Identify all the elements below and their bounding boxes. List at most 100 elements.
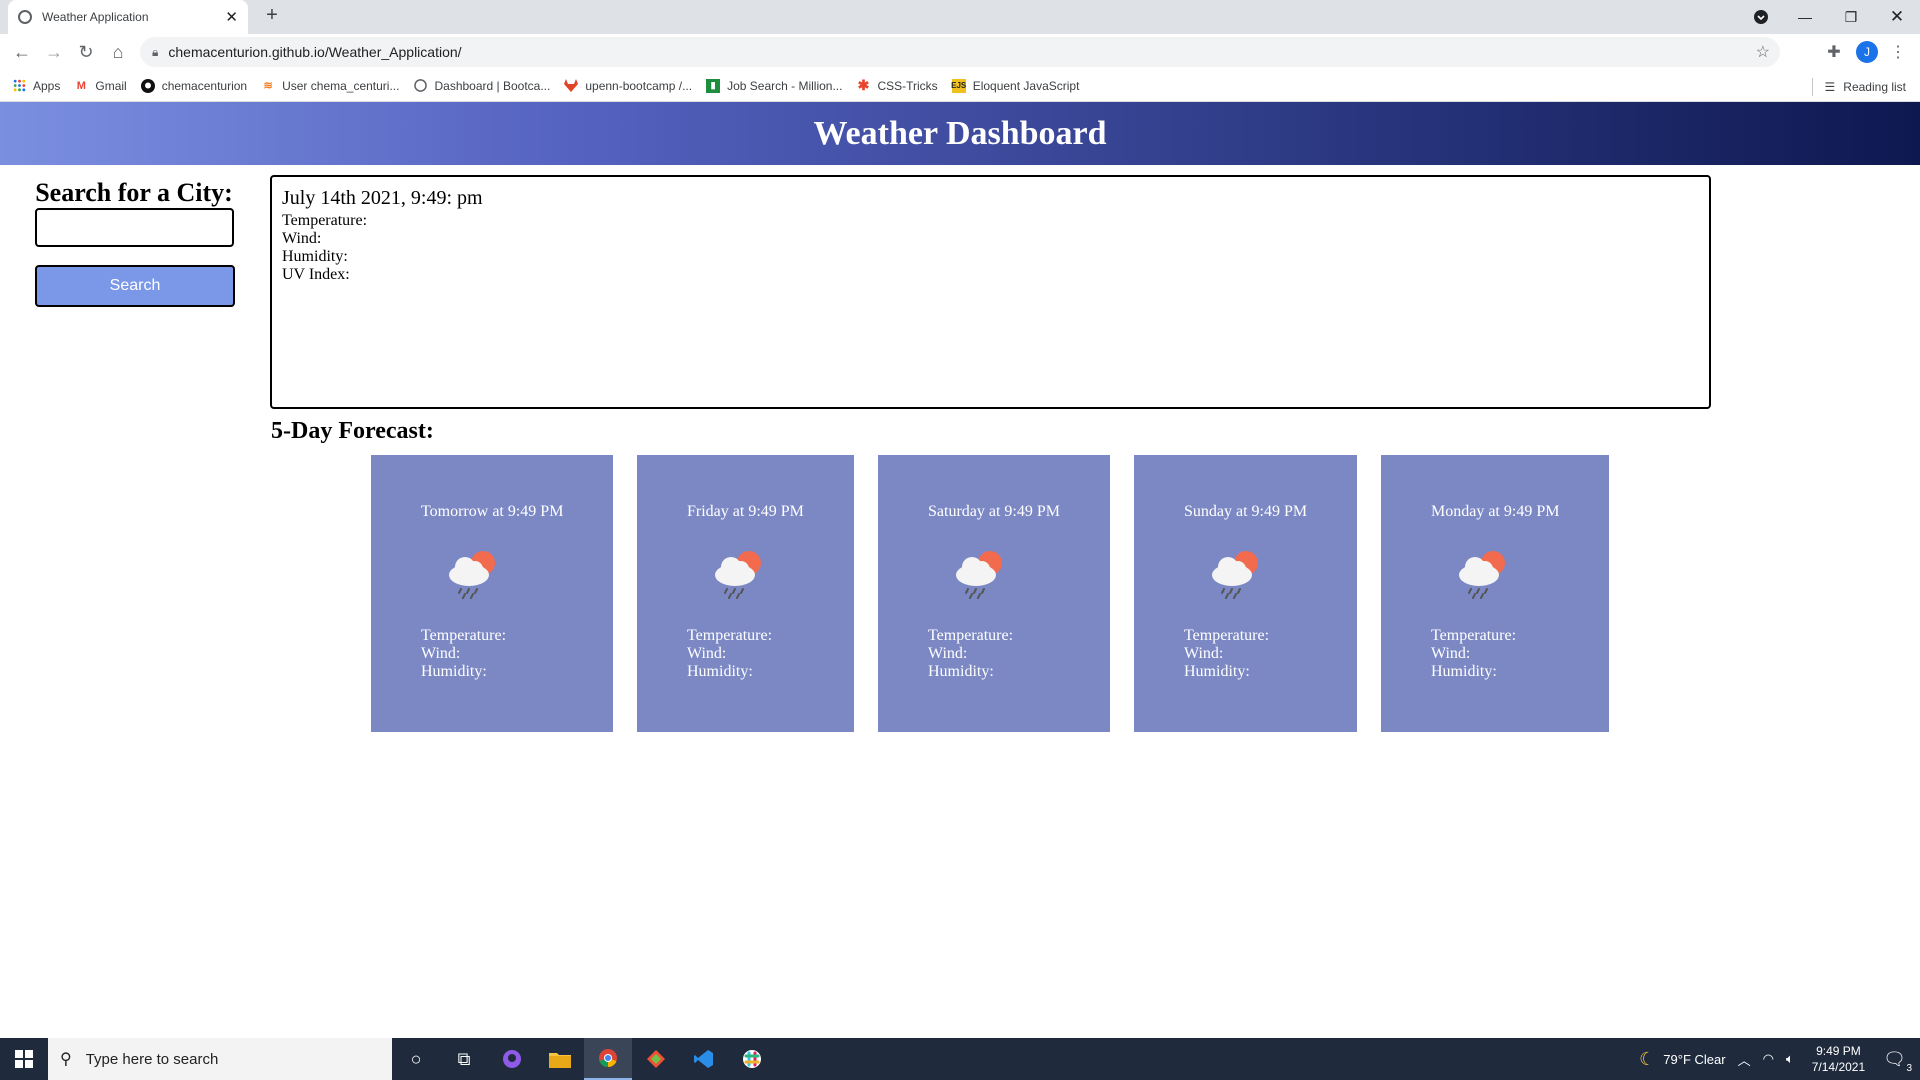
current-date: July 14th 2021, 9:49: pm (282, 187, 483, 209)
minimize-button[interactable]: — (1782, 0, 1828, 34)
clock-time: 9:49 PM (1816, 1044, 1861, 1058)
forecast-humidity: Humidity: (421, 663, 487, 680)
taskbar-clock[interactable]: 9:49 PM 7/14/2021 (1812, 1043, 1865, 1075)
forecast-day: Monday at 9:49 PM (1431, 503, 1560, 520)
current-weather-panel: July 14th 2021, 9:49: pm Temperature: Wi… (270, 175, 1711, 409)
show-hidden-icons-chevron-icon[interactable]: ︿ (1738, 1050, 1751, 1069)
forecast-stats: Temperature: Wind: Humidity: (421, 627, 506, 681)
network-icon[interactable]: ◠ (1763, 1051, 1774, 1067)
chrome-icon[interactable] (584, 1038, 632, 1080)
windows-start-button[interactable] (0, 1038, 48, 1080)
bookmark-gitlab[interactable]: upenn-bootcamp /... (564, 79, 692, 93)
forecast-card: Monday at 9:49 PM Temperature: Wind: Hum… (1381, 455, 1609, 732)
back-button[interactable]: ← (6, 36, 38, 68)
lock-icon[interactable]: 🔒︎ (152, 45, 158, 60)
search-heading: Search for a City: (35, 178, 233, 207)
city-search-input[interactable] (35, 208, 234, 247)
search-button[interactable]: Search (35, 265, 235, 307)
current-temperature: Temperature: (282, 212, 368, 229)
current-uv-index: UV Index: (282, 266, 350, 283)
tab-close-icon[interactable]: ✕ (225, 8, 238, 26)
bookmarks-bar: Apps M Gmail chemacenturion ≋ User chema… (0, 70, 1920, 102)
current-wind: Wind: (282, 230, 322, 247)
forecast-card: Sunday at 9:49 PM Temperature: Wind: Hum… (1134, 455, 1357, 732)
cloud-rain-sun-icon (1459, 551, 1505, 599)
forecast-wind: Wind: (1431, 645, 1471, 662)
bookmark-label: Gmail (95, 78, 127, 93)
slack-icon[interactable] (728, 1038, 776, 1080)
extensions-puzzle-icon[interactable]: ✚ (1820, 38, 1848, 66)
git-kraken-icon[interactable] (632, 1038, 680, 1080)
forecast-card: Friday at 9:49 PM Temperature: Wind: Hum… (637, 455, 854, 732)
vscode-icon[interactable] (680, 1038, 728, 1080)
cloud-rain-sun-icon (449, 551, 495, 599)
bookmark-gmail[interactable]: M Gmail (74, 78, 127, 93)
forecast-humidity: Humidity: (928, 663, 994, 680)
taskbar-search-box[interactable]: ⚲ Type here to search (48, 1038, 392, 1080)
cloud-rain-sun-icon (956, 551, 1002, 599)
forecast-wind: Wind: (1184, 645, 1224, 662)
home-button[interactable]: ⌂ (102, 36, 134, 68)
forecast-wind: Wind: (928, 645, 968, 662)
forecast-humidity: Humidity: (1184, 663, 1250, 680)
cortana-icon[interactable]: ○ (392, 1038, 440, 1080)
bookmark-apps[interactable]: Apps (12, 79, 60, 93)
cloud-rain-sun-icon (1212, 551, 1258, 599)
browser-tab-strip: Weather Application ✕ + — ❐ ✕ (0, 0, 1920, 34)
notification-center-icon[interactable]: 🗨︎ 3 (1883, 1049, 1912, 1074)
moon-icon: ☾ (1639, 1048, 1656, 1069)
tab-search-icon[interactable] (1738, 0, 1784, 34)
web-page: Weather Dashboard Search for a City: Sea… (0, 102, 1920, 1038)
clock-date: 7/14/2021 (1811, 1060, 1866, 1074)
weather-widget-text: 79°F Clear (1663, 1051, 1726, 1067)
bookmark-github[interactable]: chemacenturion (140, 78, 248, 93)
forecast-humidity: Humidity: (687, 663, 753, 680)
forward-button[interactable]: → (38, 36, 70, 68)
bookmark-dashboard[interactable]: Dashboard | Bootca... (413, 79, 550, 93)
forecast-card: Saturday at 9:49 PM Temperature: Wind: H… (878, 455, 1110, 732)
weather-widget[interactable]: ☾ 79°F Clear (1639, 1049, 1725, 1070)
bookmark-job-search[interactable]: ▮ Job Search - Million... (706, 78, 842, 93)
page-header: Weather Dashboard (0, 102, 1920, 165)
browser-tab[interactable]: Weather Application ✕ (8, 0, 248, 34)
bookmark-label: User chema_centuri... (282, 78, 400, 93)
reading-list-button[interactable]: ☰ Reading list (1811, 78, 1906, 96)
divider (1811, 78, 1813, 96)
search-icon: ⚲ (60, 1051, 72, 1068)
bookmark-label: chemacenturion (161, 78, 248, 93)
bookmark-label: CSS-Tricks (877, 78, 938, 93)
bookmark-label: Dashboard | Bootca... (434, 78, 551, 93)
forecast-stats: Temperature: Wind: Humidity: (1184, 627, 1269, 681)
windows-logo-icon (15, 1050, 33, 1068)
stackoverflow-icon: ≋ (263, 80, 273, 92)
url-text: chemacenturion.github.io/Weather_Applica… (168, 44, 462, 60)
address-toolbar: ← → ↻ ⌂ 🔒︎ chemacenturion.github.io/Weat… (0, 34, 1920, 70)
new-tab-button[interactable]: + (260, 4, 284, 27)
volume-icon[interactable]: 🔈︎ (1786, 1051, 1794, 1067)
restore-button[interactable]: ❐ (1828, 0, 1874, 34)
bookmark-stackoverflow[interactable]: ≋ User chema_centuri... (261, 79, 399, 93)
bookmark-css-tricks[interactable]: ✱ CSS-Tricks (856, 77, 938, 93)
browser-menu-icon[interactable]: ⋮ (1884, 38, 1912, 66)
forecast-temperature: Temperature: (1431, 627, 1517, 644)
bookmark-label: Apps (33, 78, 61, 93)
forecast-wind: Wind: (421, 645, 461, 662)
github-desktop-icon[interactable] (488, 1038, 536, 1080)
globe-icon (18, 10, 32, 24)
url-bar[interactable]: 🔒︎ chemacenturion.github.io/Weather_Appl… (140, 37, 1780, 67)
profile-avatar[interactable]: J (1856, 41, 1878, 63)
css-tricks-icon: ✱ (857, 77, 870, 93)
bookmark-eloquent-js[interactable]: EJS Eloquent JavaScript (951, 78, 1079, 93)
task-view-icon[interactable]: ⧉ (440, 1038, 488, 1080)
window-close-button[interactable]: ✕ (1874, 0, 1920, 34)
apps-grid-icon (12, 79, 26, 93)
cloud-rain-sun-icon (715, 551, 761, 599)
github-icon (140, 78, 155, 93)
file-explorer-icon[interactable] (536, 1038, 584, 1080)
forecast-day: Saturday at 9:49 PM (928, 503, 1060, 520)
bookmark-label: upenn-bootcamp /... (585, 78, 693, 93)
forecast-wind: Wind: (687, 645, 727, 662)
bookmark-star-icon[interactable]: ☆ (1756, 42, 1770, 62)
reload-button[interactable]: ↻ (70, 36, 102, 68)
forecast-stats: Temperature: Wind: Humidity: (687, 627, 772, 681)
